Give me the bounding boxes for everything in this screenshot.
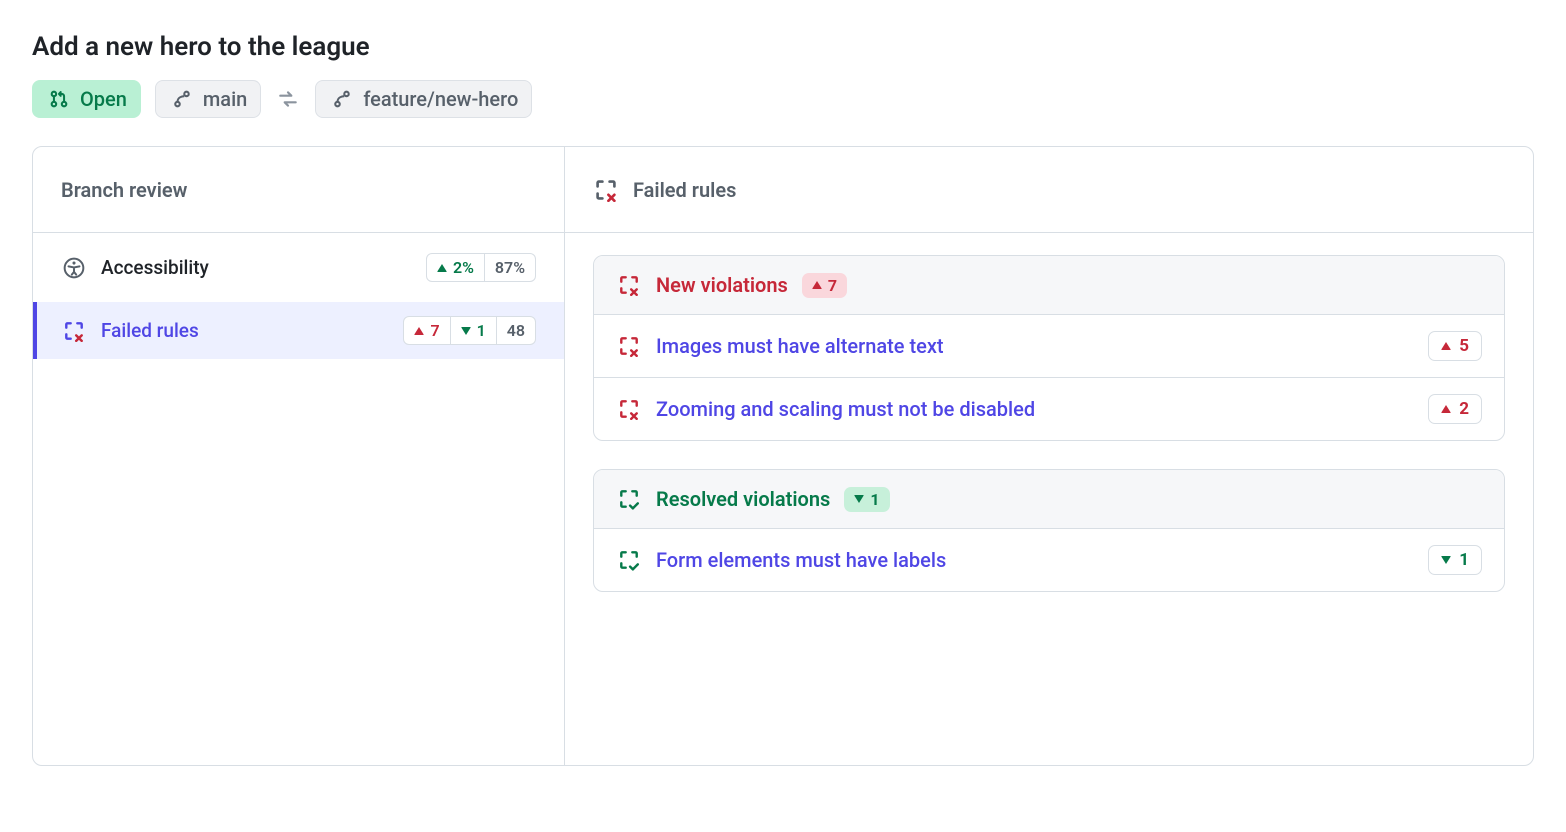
compare-branch-label: feature/new-hero xyxy=(363,87,518,111)
resolved-count-badge: 1 xyxy=(1428,545,1482,575)
new-violations-header: New violations 7 xyxy=(594,256,1504,315)
triangle-down-icon xyxy=(1441,556,1451,564)
pull-request-icon xyxy=(46,86,72,112)
triangle-down-icon xyxy=(461,327,471,335)
sidebar-item-failed-rules[interactable]: Failed rules 7 1 48 xyxy=(33,302,564,359)
pr-meta-row: Open main xyxy=(32,80,1534,118)
status-label: Open xyxy=(80,87,127,111)
main-content: Failed rules New vio xyxy=(565,147,1533,765)
triangle-down-icon xyxy=(854,495,864,503)
failed-rules-total-count: 48 xyxy=(497,316,536,345)
accessibility-total: 87% xyxy=(485,253,536,282)
review-panel: Branch review Accessibility 2% 8 xyxy=(32,146,1534,766)
failed-rules-resolved-count: 1 xyxy=(451,316,497,345)
resolved-violations-card: Resolved violations 1 xyxy=(593,469,1505,592)
scan-pass-icon xyxy=(616,486,642,512)
accessibility-icon xyxy=(61,255,87,281)
violation-row-zooming[interactable]: Zooming and scaling must not be disabled… xyxy=(594,378,1504,440)
violation-count-badge: 2 xyxy=(1428,394,1482,424)
branch-icon xyxy=(169,86,195,112)
new-violations-card: New violations 7 xyxy=(593,255,1505,441)
scan-fail-icon xyxy=(593,177,619,203)
compare-branch-pill[interactable]: feature/new-hero xyxy=(315,80,532,118)
accessibility-delta: 2% xyxy=(426,253,485,282)
resolved-violations-count-badge: 1 xyxy=(844,487,889,512)
violation-label: Zooming and scaling must not be disabled xyxy=(656,397,1414,421)
failed-rules-label: Failed rules xyxy=(101,319,389,342)
compare-arrows-icon xyxy=(275,86,301,112)
base-branch-label: main xyxy=(203,87,247,111)
failed-rules-new-count: 7 xyxy=(403,316,450,345)
scan-pass-icon xyxy=(616,547,642,573)
triangle-up-icon xyxy=(1441,342,1451,350)
status-badge-open: Open xyxy=(32,80,141,118)
resolved-violations-title: Resolved violations xyxy=(656,487,830,511)
main-header: Failed rules xyxy=(565,147,1533,233)
sidebar: Branch review Accessibility 2% 8 xyxy=(33,147,565,765)
violation-count-badge: 5 xyxy=(1428,331,1482,361)
resolved-violations-header: Resolved violations 1 xyxy=(594,470,1504,529)
sidebar-item-accessibility[interactable]: Accessibility 2% 87% xyxy=(33,239,564,296)
violation-row-images-alt[interactable]: Images must have alternate text 5 xyxy=(594,315,1504,378)
triangle-up-icon xyxy=(812,281,822,289)
scan-fail-icon xyxy=(616,396,642,422)
base-branch-pill[interactable]: main xyxy=(155,80,261,118)
scan-fail-icon xyxy=(616,272,642,298)
scan-fail-icon xyxy=(616,333,642,359)
violation-label: Images must have alternate text xyxy=(656,334,1414,358)
triangle-up-icon xyxy=(1441,405,1451,413)
new-violations-count-badge: 7 xyxy=(802,273,847,298)
branch-icon xyxy=(329,86,355,112)
sidebar-title: Branch review xyxy=(33,147,564,233)
triangle-up-icon xyxy=(414,327,424,335)
page-title: Add a new hero to the league xyxy=(32,32,1534,62)
new-violations-title: New violations xyxy=(656,273,788,297)
resolved-row-form-labels[interactable]: Form elements must have labels 1 xyxy=(594,529,1504,591)
triangle-up-icon xyxy=(437,264,447,272)
scan-fail-icon xyxy=(61,318,87,344)
accessibility-label: Accessibility xyxy=(101,256,412,279)
resolved-label: Form elements must have labels xyxy=(656,548,1414,572)
